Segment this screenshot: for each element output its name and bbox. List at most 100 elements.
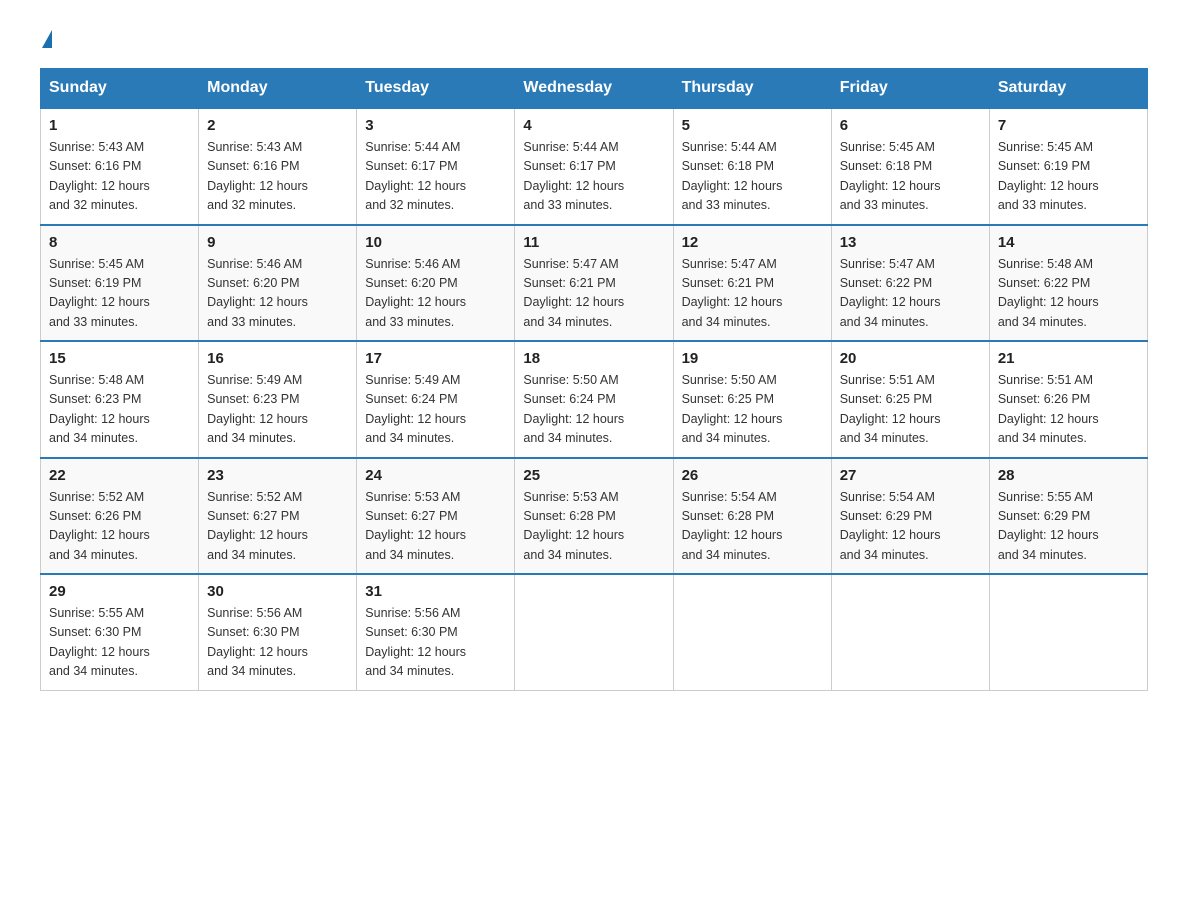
day-number: 24 [365, 467, 506, 484]
day-info: Sunrise: 5:47 AM Sunset: 6:21 PM Dayligh… [523, 255, 664, 333]
col-header-saturday: Saturday [989, 69, 1147, 109]
calendar-cell: 19 Sunrise: 5:50 AM Sunset: 6:25 PM Dayl… [673, 341, 831, 458]
calendar-cell [673, 574, 831, 690]
calendar-cell: 20 Sunrise: 5:51 AM Sunset: 6:25 PM Dayl… [831, 341, 989, 458]
calendar-cell [515, 574, 673, 690]
day-number: 7 [998, 117, 1139, 134]
day-number: 9 [207, 234, 348, 251]
day-info: Sunrise: 5:54 AM Sunset: 6:28 PM Dayligh… [682, 488, 823, 566]
day-info: Sunrise: 5:49 AM Sunset: 6:24 PM Dayligh… [365, 371, 506, 449]
col-header-friday: Friday [831, 69, 989, 109]
calendar-cell: 15 Sunrise: 5:48 AM Sunset: 6:23 PM Dayl… [41, 341, 199, 458]
day-info: Sunrise: 5:46 AM Sunset: 6:20 PM Dayligh… [207, 255, 348, 333]
day-info: Sunrise: 5:44 AM Sunset: 6:18 PM Dayligh… [682, 138, 823, 216]
calendar-cell [989, 574, 1147, 690]
day-number: 31 [365, 583, 506, 600]
day-info: Sunrise: 5:48 AM Sunset: 6:22 PM Dayligh… [998, 255, 1139, 333]
day-number: 20 [840, 350, 981, 367]
day-number: 18 [523, 350, 664, 367]
calendar-cell: 6 Sunrise: 5:45 AM Sunset: 6:18 PM Dayli… [831, 108, 989, 225]
calendar-week-row: 1 Sunrise: 5:43 AM Sunset: 6:16 PM Dayli… [41, 108, 1148, 225]
day-number: 10 [365, 234, 506, 251]
page-header [40, 30, 1148, 48]
col-header-monday: Monday [199, 69, 357, 109]
day-info: Sunrise: 5:47 AM Sunset: 6:22 PM Dayligh… [840, 255, 981, 333]
day-info: Sunrise: 5:50 AM Sunset: 6:25 PM Dayligh… [682, 371, 823, 449]
calendar-cell: 26 Sunrise: 5:54 AM Sunset: 6:28 PM Dayl… [673, 458, 831, 575]
day-info: Sunrise: 5:55 AM Sunset: 6:29 PM Dayligh… [998, 488, 1139, 566]
calendar-cell: 27 Sunrise: 5:54 AM Sunset: 6:29 PM Dayl… [831, 458, 989, 575]
calendar-cell: 2 Sunrise: 5:43 AM Sunset: 6:16 PM Dayli… [199, 108, 357, 225]
day-number: 19 [682, 350, 823, 367]
day-number: 11 [523, 234, 664, 251]
calendar-cell: 4 Sunrise: 5:44 AM Sunset: 6:17 PM Dayli… [515, 108, 673, 225]
day-number: 17 [365, 350, 506, 367]
day-info: Sunrise: 5:51 AM Sunset: 6:26 PM Dayligh… [998, 371, 1139, 449]
day-number: 12 [682, 234, 823, 251]
calendar-cell: 9 Sunrise: 5:46 AM Sunset: 6:20 PM Dayli… [199, 225, 357, 342]
day-info: Sunrise: 5:49 AM Sunset: 6:23 PM Dayligh… [207, 371, 348, 449]
calendar-cell: 7 Sunrise: 5:45 AM Sunset: 6:19 PM Dayli… [989, 108, 1147, 225]
day-info: Sunrise: 5:53 AM Sunset: 6:27 PM Dayligh… [365, 488, 506, 566]
calendar-header-row: SundayMondayTuesdayWednesdayThursdayFrid… [41, 69, 1148, 109]
day-info: Sunrise: 5:43 AM Sunset: 6:16 PM Dayligh… [49, 138, 190, 216]
day-number: 22 [49, 467, 190, 484]
day-info: Sunrise: 5:54 AM Sunset: 6:29 PM Dayligh… [840, 488, 981, 566]
day-number: 2 [207, 117, 348, 134]
day-info: Sunrise: 5:43 AM Sunset: 6:16 PM Dayligh… [207, 138, 348, 216]
calendar-cell: 29 Sunrise: 5:55 AM Sunset: 6:30 PM Dayl… [41, 574, 199, 690]
logo-triangle-icon [42, 30, 52, 48]
day-info: Sunrise: 5:45 AM Sunset: 6:18 PM Dayligh… [840, 138, 981, 216]
calendar-cell: 8 Sunrise: 5:45 AM Sunset: 6:19 PM Dayli… [41, 225, 199, 342]
day-info: Sunrise: 5:48 AM Sunset: 6:23 PM Dayligh… [49, 371, 190, 449]
col-header-thursday: Thursday [673, 69, 831, 109]
calendar-cell: 5 Sunrise: 5:44 AM Sunset: 6:18 PM Dayli… [673, 108, 831, 225]
calendar-cell: 13 Sunrise: 5:47 AM Sunset: 6:22 PM Dayl… [831, 225, 989, 342]
day-number: 14 [998, 234, 1139, 251]
calendar-cell: 24 Sunrise: 5:53 AM Sunset: 6:27 PM Dayl… [357, 458, 515, 575]
day-info: Sunrise: 5:44 AM Sunset: 6:17 PM Dayligh… [365, 138, 506, 216]
calendar-cell: 31 Sunrise: 5:56 AM Sunset: 6:30 PM Dayl… [357, 574, 515, 690]
col-header-wednesday: Wednesday [515, 69, 673, 109]
day-info: Sunrise: 5:52 AM Sunset: 6:26 PM Dayligh… [49, 488, 190, 566]
calendar-week-row: 29 Sunrise: 5:55 AM Sunset: 6:30 PM Dayl… [41, 574, 1148, 690]
day-number: 23 [207, 467, 348, 484]
day-number: 13 [840, 234, 981, 251]
day-number: 28 [998, 467, 1139, 484]
day-info: Sunrise: 5:56 AM Sunset: 6:30 PM Dayligh… [365, 604, 506, 682]
calendar-cell: 25 Sunrise: 5:53 AM Sunset: 6:28 PM Dayl… [515, 458, 673, 575]
day-number: 27 [840, 467, 981, 484]
calendar-week-row: 22 Sunrise: 5:52 AM Sunset: 6:26 PM Dayl… [41, 458, 1148, 575]
day-info: Sunrise: 5:44 AM Sunset: 6:17 PM Dayligh… [523, 138, 664, 216]
col-header-sunday: Sunday [41, 69, 199, 109]
day-number: 1 [49, 117, 190, 134]
calendar-cell: 1 Sunrise: 5:43 AM Sunset: 6:16 PM Dayli… [41, 108, 199, 225]
day-info: Sunrise: 5:53 AM Sunset: 6:28 PM Dayligh… [523, 488, 664, 566]
calendar-cell: 30 Sunrise: 5:56 AM Sunset: 6:30 PM Dayl… [199, 574, 357, 690]
day-number: 15 [49, 350, 190, 367]
calendar-cell: 23 Sunrise: 5:52 AM Sunset: 6:27 PM Dayl… [199, 458, 357, 575]
day-info: Sunrise: 5:46 AM Sunset: 6:20 PM Dayligh… [365, 255, 506, 333]
day-number: 6 [840, 117, 981, 134]
day-number: 21 [998, 350, 1139, 367]
calendar-table: SundayMondayTuesdayWednesdayThursdayFrid… [40, 68, 1148, 691]
day-number: 5 [682, 117, 823, 134]
day-info: Sunrise: 5:52 AM Sunset: 6:27 PM Dayligh… [207, 488, 348, 566]
calendar-cell: 14 Sunrise: 5:48 AM Sunset: 6:22 PM Dayl… [989, 225, 1147, 342]
day-info: Sunrise: 5:45 AM Sunset: 6:19 PM Dayligh… [998, 138, 1139, 216]
calendar-cell: 21 Sunrise: 5:51 AM Sunset: 6:26 PM Dayl… [989, 341, 1147, 458]
calendar-week-row: 8 Sunrise: 5:45 AM Sunset: 6:19 PM Dayli… [41, 225, 1148, 342]
day-info: Sunrise: 5:45 AM Sunset: 6:19 PM Dayligh… [49, 255, 190, 333]
calendar-cell: 12 Sunrise: 5:47 AM Sunset: 6:21 PM Dayl… [673, 225, 831, 342]
calendar-cell: 3 Sunrise: 5:44 AM Sunset: 6:17 PM Dayli… [357, 108, 515, 225]
calendar-cell [831, 574, 989, 690]
day-number: 3 [365, 117, 506, 134]
day-info: Sunrise: 5:51 AM Sunset: 6:25 PM Dayligh… [840, 371, 981, 449]
day-info: Sunrise: 5:50 AM Sunset: 6:24 PM Dayligh… [523, 371, 664, 449]
day-info: Sunrise: 5:56 AM Sunset: 6:30 PM Dayligh… [207, 604, 348, 682]
day-number: 26 [682, 467, 823, 484]
calendar-cell: 22 Sunrise: 5:52 AM Sunset: 6:26 PM Dayl… [41, 458, 199, 575]
col-header-tuesday: Tuesday [357, 69, 515, 109]
calendar-cell: 10 Sunrise: 5:46 AM Sunset: 6:20 PM Dayl… [357, 225, 515, 342]
logo [40, 30, 52, 48]
